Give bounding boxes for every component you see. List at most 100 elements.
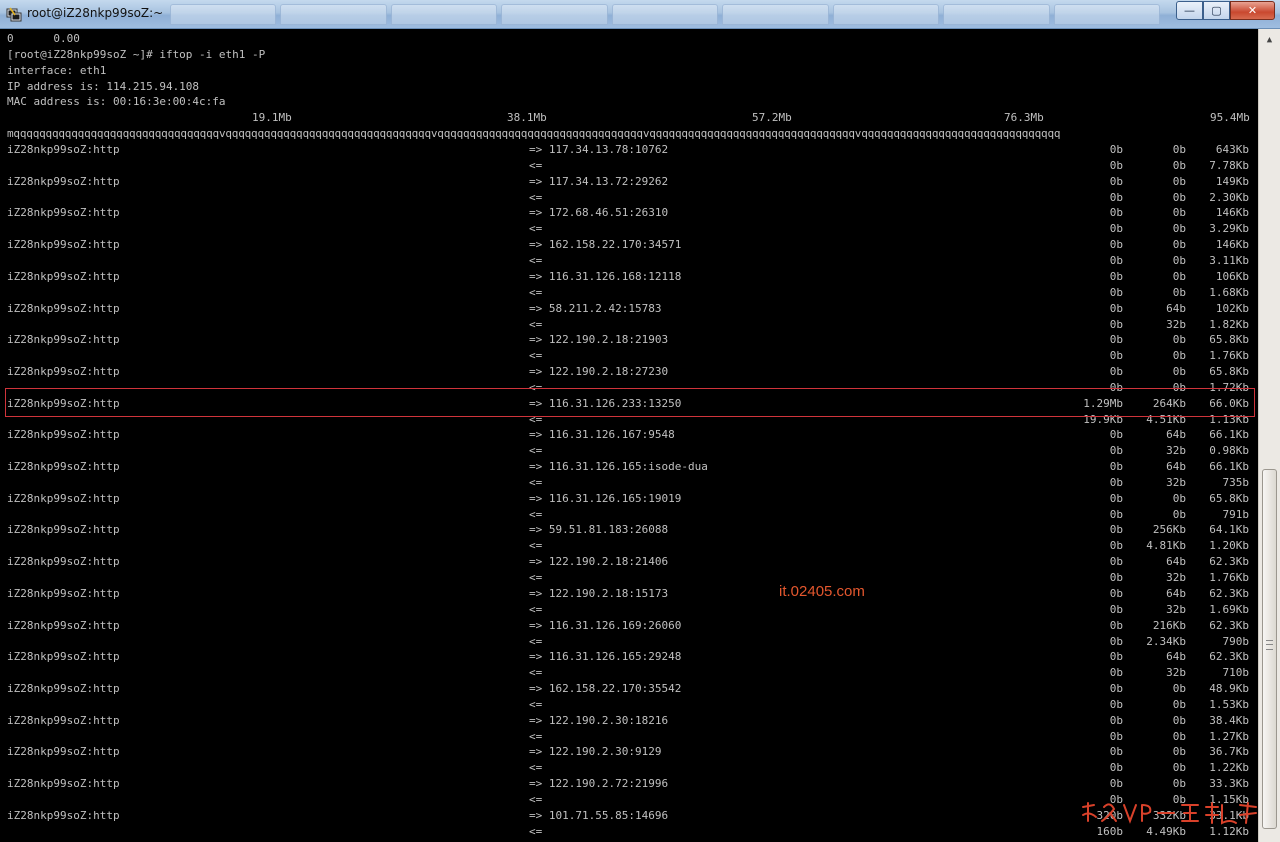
send-arrow: =>: [529, 492, 543, 505]
background-tab[interactable]: [280, 4, 387, 25]
destination-host: => 116.31.126.165:isode-dua: [529, 459, 708, 474]
rate-2s-out: 0b: [1109, 555, 1123, 568]
maximize-button[interactable]: ▢: [1203, 1, 1230, 20]
connection-row: iZ28nkp99soZ:http => 59.51.81.183:26088 <=…: [0, 522, 1258, 554]
source-host: iZ28nkp99soZ:http: [7, 206, 120, 219]
terminal-output[interactable]: 0 0.00 [root@iZ28nkp99soZ ~]# iftop -i e…: [0, 29, 1258, 842]
receive-arrow: <=: [529, 476, 543, 489]
rate-2s-in: 0b: [1109, 635, 1123, 648]
destination-address: 122.190.2.18:21903: [548, 333, 669, 346]
connection-row: iZ28nkp99soZ:http => 117.34.13.72:29262 <=…: [0, 174, 1258, 206]
rate-2s-in: 0b: [1109, 318, 1123, 331]
scrollbar-thumb[interactable]: [1262, 469, 1277, 829]
receive-arrow: <=: [529, 191, 543, 204]
source-host: iZ28nkp99soZ:http: [7, 397, 120, 410]
destination-host: => 117.34.13.72:29262: [529, 174, 668, 189]
receive-arrow: <=: [529, 698, 543, 711]
source-host: iZ28nkp99soZ:http: [7, 523, 120, 536]
background-tab[interactable]: [722, 4, 829, 25]
background-tab[interactable]: [943, 4, 1050, 25]
rate-10s-out: 0b: [1172, 333, 1186, 346]
rate-10s-out: 256Kb: [1152, 523, 1186, 536]
rate-40s-out: 65.8Kb: [1209, 333, 1249, 346]
rate-2s-in: 0b: [1109, 191, 1123, 204]
rate-10s-out: 264Kb: [1152, 397, 1186, 410]
rate-40s-out: 33.3Kb: [1209, 777, 1249, 790]
destination-host: => 122.190.2.18:27230: [529, 364, 668, 379]
rate-10s-out: 64b: [1166, 555, 1186, 568]
rate-10s-in: 0b: [1172, 730, 1186, 743]
rate-40s-in: 790b: [1222, 635, 1250, 648]
destination-host: => 116.31.126.169:26060: [529, 618, 681, 633]
rate-40s-out: 62.3Kb: [1209, 555, 1249, 568]
command-prompt-line: [root@iZ28nkp99soZ ~]# iftop -i eth1 -P: [7, 48, 266, 61]
rate-10s-out: 64b: [1166, 587, 1186, 600]
destination-address: 116.31.126.167:9548: [548, 428, 675, 441]
rate-40s-out: 66.0Kb: [1209, 397, 1249, 410]
background-tab[interactable]: [832, 4, 940, 25]
background-tab[interactable]: [501, 4, 608, 25]
destination-address: 122.190.2.30:9129: [548, 745, 662, 758]
connection-row: iZ28nkp99soZ:http => 122.190.2.30:9129 <= 0…: [0, 744, 1258, 776]
destination-host: => 162.158.22.170:34571: [529, 237, 681, 252]
destination-address: 122.190.2.18:21406: [548, 555, 669, 568]
vertical-scrollbar[interactable]: ▲: [1258, 29, 1280, 842]
connection-row: iZ28nkp99soZ:http => 122.190.2.72:21996 <=…: [0, 776, 1258, 808]
rate-10s-out: 64b: [1166, 650, 1186, 663]
rate-10s-in: 0b: [1172, 286, 1186, 299]
destination-host: => 101.71.55.85:14696: [529, 808, 668, 823]
terminal-line: 0 0.00: [7, 32, 80, 45]
destination-address: 172.68.46.51:26310: [548, 206, 669, 219]
destination-host: => 116.31.126.167:9548: [529, 427, 675, 442]
grip-icon: [1266, 640, 1273, 650]
receive-arrow: <=: [529, 222, 543, 235]
watermark-logo-icon: [1080, 799, 1258, 829]
close-button[interactable]: ✕: [1230, 1, 1275, 20]
receive-arrow: <=: [529, 825, 543, 838]
rate-10s-in: 0b: [1172, 191, 1186, 204]
rate-2s-in: 0b: [1109, 730, 1123, 743]
source-host: iZ28nkp99soZ:http: [7, 619, 120, 632]
rate-40s-in: 1.27Kb: [1209, 730, 1249, 743]
rate-2s-out: 0b: [1109, 365, 1123, 378]
receive-arrow: <=: [529, 571, 543, 584]
scroll-up-arrow-icon[interactable]: ▲: [1261, 31, 1278, 48]
rate-40s-in: 1.69Kb: [1209, 603, 1249, 616]
receive-arrow: <=: [529, 413, 543, 426]
source-host: iZ28nkp99soZ:http: [7, 333, 120, 346]
receive-arrow: <=: [529, 254, 543, 267]
destination-host: => 162.158.22.170:35542: [529, 681, 681, 696]
rate-2s-out: 0b: [1109, 777, 1123, 790]
destination-host: => 122.190.2.18:21903: [529, 332, 668, 347]
destination-address: 162.158.22.170:35542: [548, 682, 682, 695]
rate-40s-in: 3.29Kb: [1209, 222, 1249, 235]
destination-address: 116.31.126.165:isode-dua: [548, 460, 708, 473]
rate-10s-in: 0b: [1172, 508, 1186, 521]
destination-host: => 116.31.126.168:12118: [529, 269, 681, 284]
rate-10s-out: 0b: [1172, 143, 1186, 156]
receive-arrow: <=: [529, 666, 543, 679]
rate-2s-in: 0b: [1109, 508, 1123, 521]
background-tab[interactable]: [1053, 4, 1160, 25]
rate-2s-out: 0b: [1109, 302, 1123, 315]
rate-40s-out: 62.3Kb: [1209, 619, 1249, 632]
background-tab[interactable]: [170, 4, 277, 25]
putty-terminal-icon[interactable]: [6, 6, 22, 22]
source-host: iZ28nkp99soZ:http: [7, 492, 120, 505]
send-arrow: =>: [529, 555, 543, 568]
send-arrow: =>: [529, 333, 543, 346]
destination-host: => 58.211.2.42:15783: [529, 301, 661, 316]
minimize-button[interactable]: —: [1176, 1, 1203, 20]
watermark-text: it.02405.com: [779, 583, 865, 600]
rate-40s-in: 1.68Kb: [1209, 286, 1249, 299]
send-arrow: =>: [529, 777, 543, 790]
background-tab[interactable]: [611, 4, 719, 25]
background-tab[interactable]: [390, 4, 498, 25]
send-arrow: =>: [529, 365, 543, 378]
rate-40s-in: 1.76Kb: [1209, 571, 1249, 584]
